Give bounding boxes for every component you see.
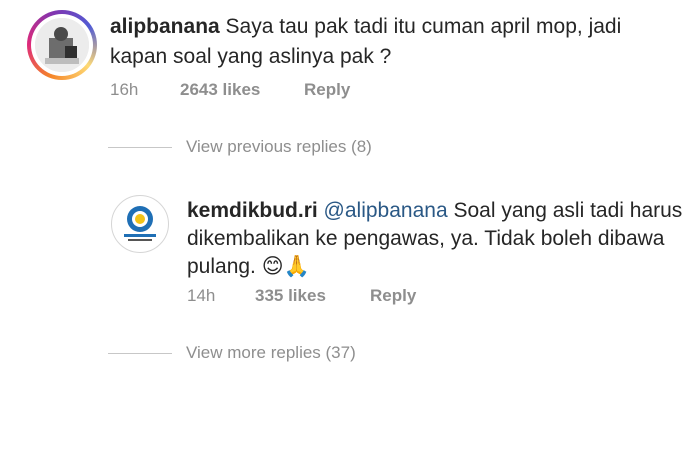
view-previous-replies[interactable]: View previous replies (8) xyxy=(186,137,372,157)
reply-meta: 14h 335 likes Reply xyxy=(187,286,487,310)
reply-button[interactable]: Reply xyxy=(304,80,350,100)
likes-count[interactable]: 2643 likes xyxy=(180,80,260,100)
emoji: 😊🙏 xyxy=(261,255,310,278)
timestamp: 16h xyxy=(110,80,139,99)
reply-text-cont: dikembalikan ke pengawas, ya. Tidak bole… xyxy=(187,224,664,254)
divider xyxy=(108,353,172,354)
view-more-replies[interactable]: View more replies (37) xyxy=(186,343,356,363)
comment-text: alipbanana Saya tau pak tadi itu cuman a… xyxy=(110,12,621,42)
divider xyxy=(108,147,172,148)
kemdikbud-logo-icon xyxy=(113,197,167,251)
avatar-alipbanana[interactable] xyxy=(27,10,97,80)
avatar-kemdikbud[interactable] xyxy=(111,195,169,253)
reply-button[interactable]: Reply xyxy=(370,286,416,306)
person-photo-icon xyxy=(35,18,89,72)
comment-meta: 16h 2643 likes Reply xyxy=(110,80,410,104)
reply-line: pulang. xyxy=(187,255,256,278)
likes-count[interactable]: 335 likes xyxy=(255,286,326,306)
reply-line: Soal yang asli tadi harus xyxy=(453,199,683,222)
username[interactable]: kemdikbud.ri xyxy=(187,199,318,222)
reply-text: kemdikbud.ri @alipbanana Soal yang asli … xyxy=(187,196,682,226)
comment-text-cont: kapan soal yang aslinya pak ? xyxy=(110,42,391,72)
reply-line: dikembalikan ke pengawas, ya. Tidak bole… xyxy=(187,227,665,250)
mention-link[interactable]: @alipbanana xyxy=(324,199,448,222)
avatar-ring-gap xyxy=(31,14,93,76)
comment-line: Saya tau pak tadi itu cuman april mop, j… xyxy=(225,15,622,38)
reply-text-cont: pulang. 😊🙏 xyxy=(187,252,310,282)
profile-photo xyxy=(35,18,89,72)
timestamp: 14h xyxy=(187,286,216,305)
username[interactable]: alipbanana xyxy=(110,15,220,38)
comment-line: kapan soal yang aslinya pak ? xyxy=(110,45,392,68)
